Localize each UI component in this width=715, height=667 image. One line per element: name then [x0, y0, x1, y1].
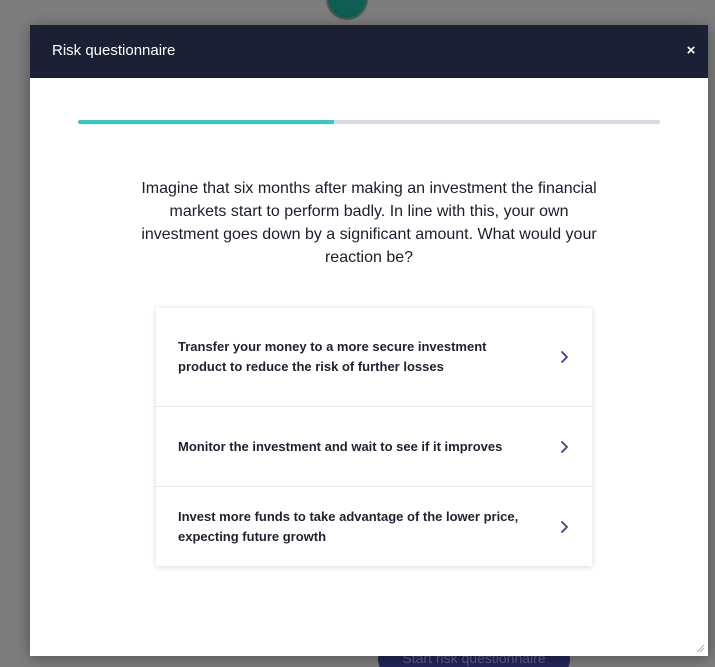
progress-bar	[78, 120, 660, 124]
answer-option-1[interactable]: Transfer your money to a more secure inv…	[156, 308, 592, 407]
close-button[interactable]: ×	[682, 41, 700, 61]
answer-option-3[interactable]: Invest more funds to take advantage of t…	[156, 487, 592, 566]
answer-option-label: Monitor the investment and wait to see i…	[178, 438, 503, 454]
modal-header: Risk questionnaire ×	[30, 25, 708, 78]
answer-option-label: Transfer your money to a more secure inv…	[178, 339, 487, 374]
chevron-right-icon	[561, 351, 568, 363]
modal-title: Risk questionnaire	[52, 42, 176, 59]
background-avatar	[326, 0, 368, 20]
answer-option-2[interactable]: Monitor the investment and wait to see i…	[156, 407, 592, 487]
risk-questionnaire-modal: Risk questionnaire × Imagine that six mo…	[30, 25, 708, 656]
answer-option-label: Invest more funds to take advantage of t…	[178, 508, 519, 544]
chevron-right-icon	[561, 440, 568, 453]
chevron-right-icon	[561, 520, 568, 533]
progress-bar-fill	[78, 120, 335, 124]
resize-handle-icon[interactable]	[695, 643, 705, 653]
answer-options-list: Transfer your money to a more secure inv…	[156, 308, 592, 566]
question-text: Imagine that six months after making an …	[141, 180, 597, 266]
